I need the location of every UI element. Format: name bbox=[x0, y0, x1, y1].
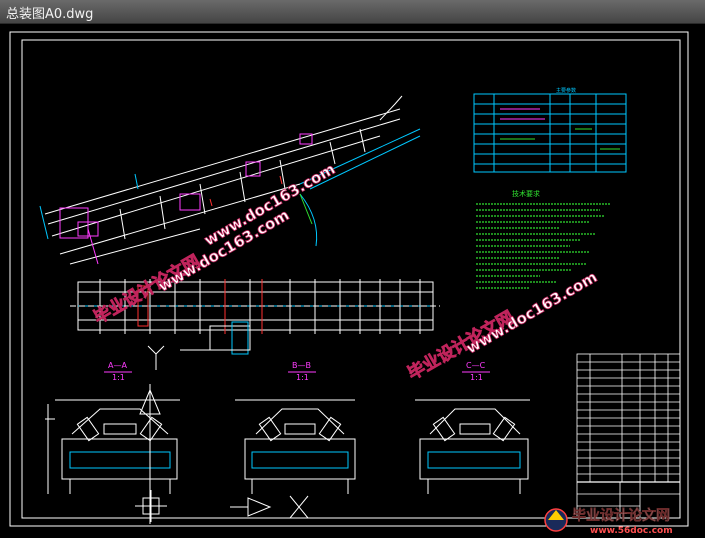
footer-watermark-cn: 毕业设计论文网 bbox=[572, 507, 670, 524]
section-view-c bbox=[415, 399, 530, 494]
watermark-url-2: www.doc163.com bbox=[201, 160, 338, 250]
ucs-icon bbox=[135, 490, 167, 522]
footer-watermark-url: www.56doc.com bbox=[590, 526, 673, 536]
footer-watermark: 毕业设计论文网 www.56doc.com bbox=[544, 507, 673, 536]
cross-marker-icon bbox=[289, 495, 309, 519]
watermark-cn-2: 毕业设计论文网 bbox=[404, 307, 518, 385]
section-scale-c: 1:1 bbox=[470, 373, 483, 382]
section-label-b: B—B bbox=[292, 361, 311, 370]
tech-requirements-title: 技术要求 bbox=[512, 189, 540, 198]
drawing-svg: A—A 1:1 B—B 1:1 C—C 1:1 主要参数 技术要求 毕业设计论文… bbox=[9, 31, 689, 536]
tech-spec-table bbox=[473, 93, 627, 173]
cad-drawing-canvas[interactable]: A—A 1:1 B—B 1:1 C—C 1:1 主要参数 技术要求 毕业设计论文… bbox=[0, 24, 705, 538]
bill-of-materials-table bbox=[576, 353, 681, 519]
section-scale-b: 1:1 bbox=[296, 373, 309, 382]
window-title: 总装图A0.dwg bbox=[6, 7, 94, 22]
watermark-url-3: www.doc163.com bbox=[463, 268, 600, 358]
cursor-arrow-symbol bbox=[230, 497, 272, 517]
section-scale-a: 1:1 bbox=[112, 373, 125, 382]
section-view-b bbox=[235, 399, 356, 494]
section-label-c: C—C bbox=[466, 361, 486, 370]
tech-spec-table-title: 主要参数 bbox=[556, 87, 576, 94]
view-arrow-top bbox=[147, 345, 165, 370]
window-titlebar: 总装图A0.dwg bbox=[0, 0, 705, 24]
section-view-a bbox=[45, 384, 180, 524]
section-label-a: A—A bbox=[108, 361, 127, 370]
